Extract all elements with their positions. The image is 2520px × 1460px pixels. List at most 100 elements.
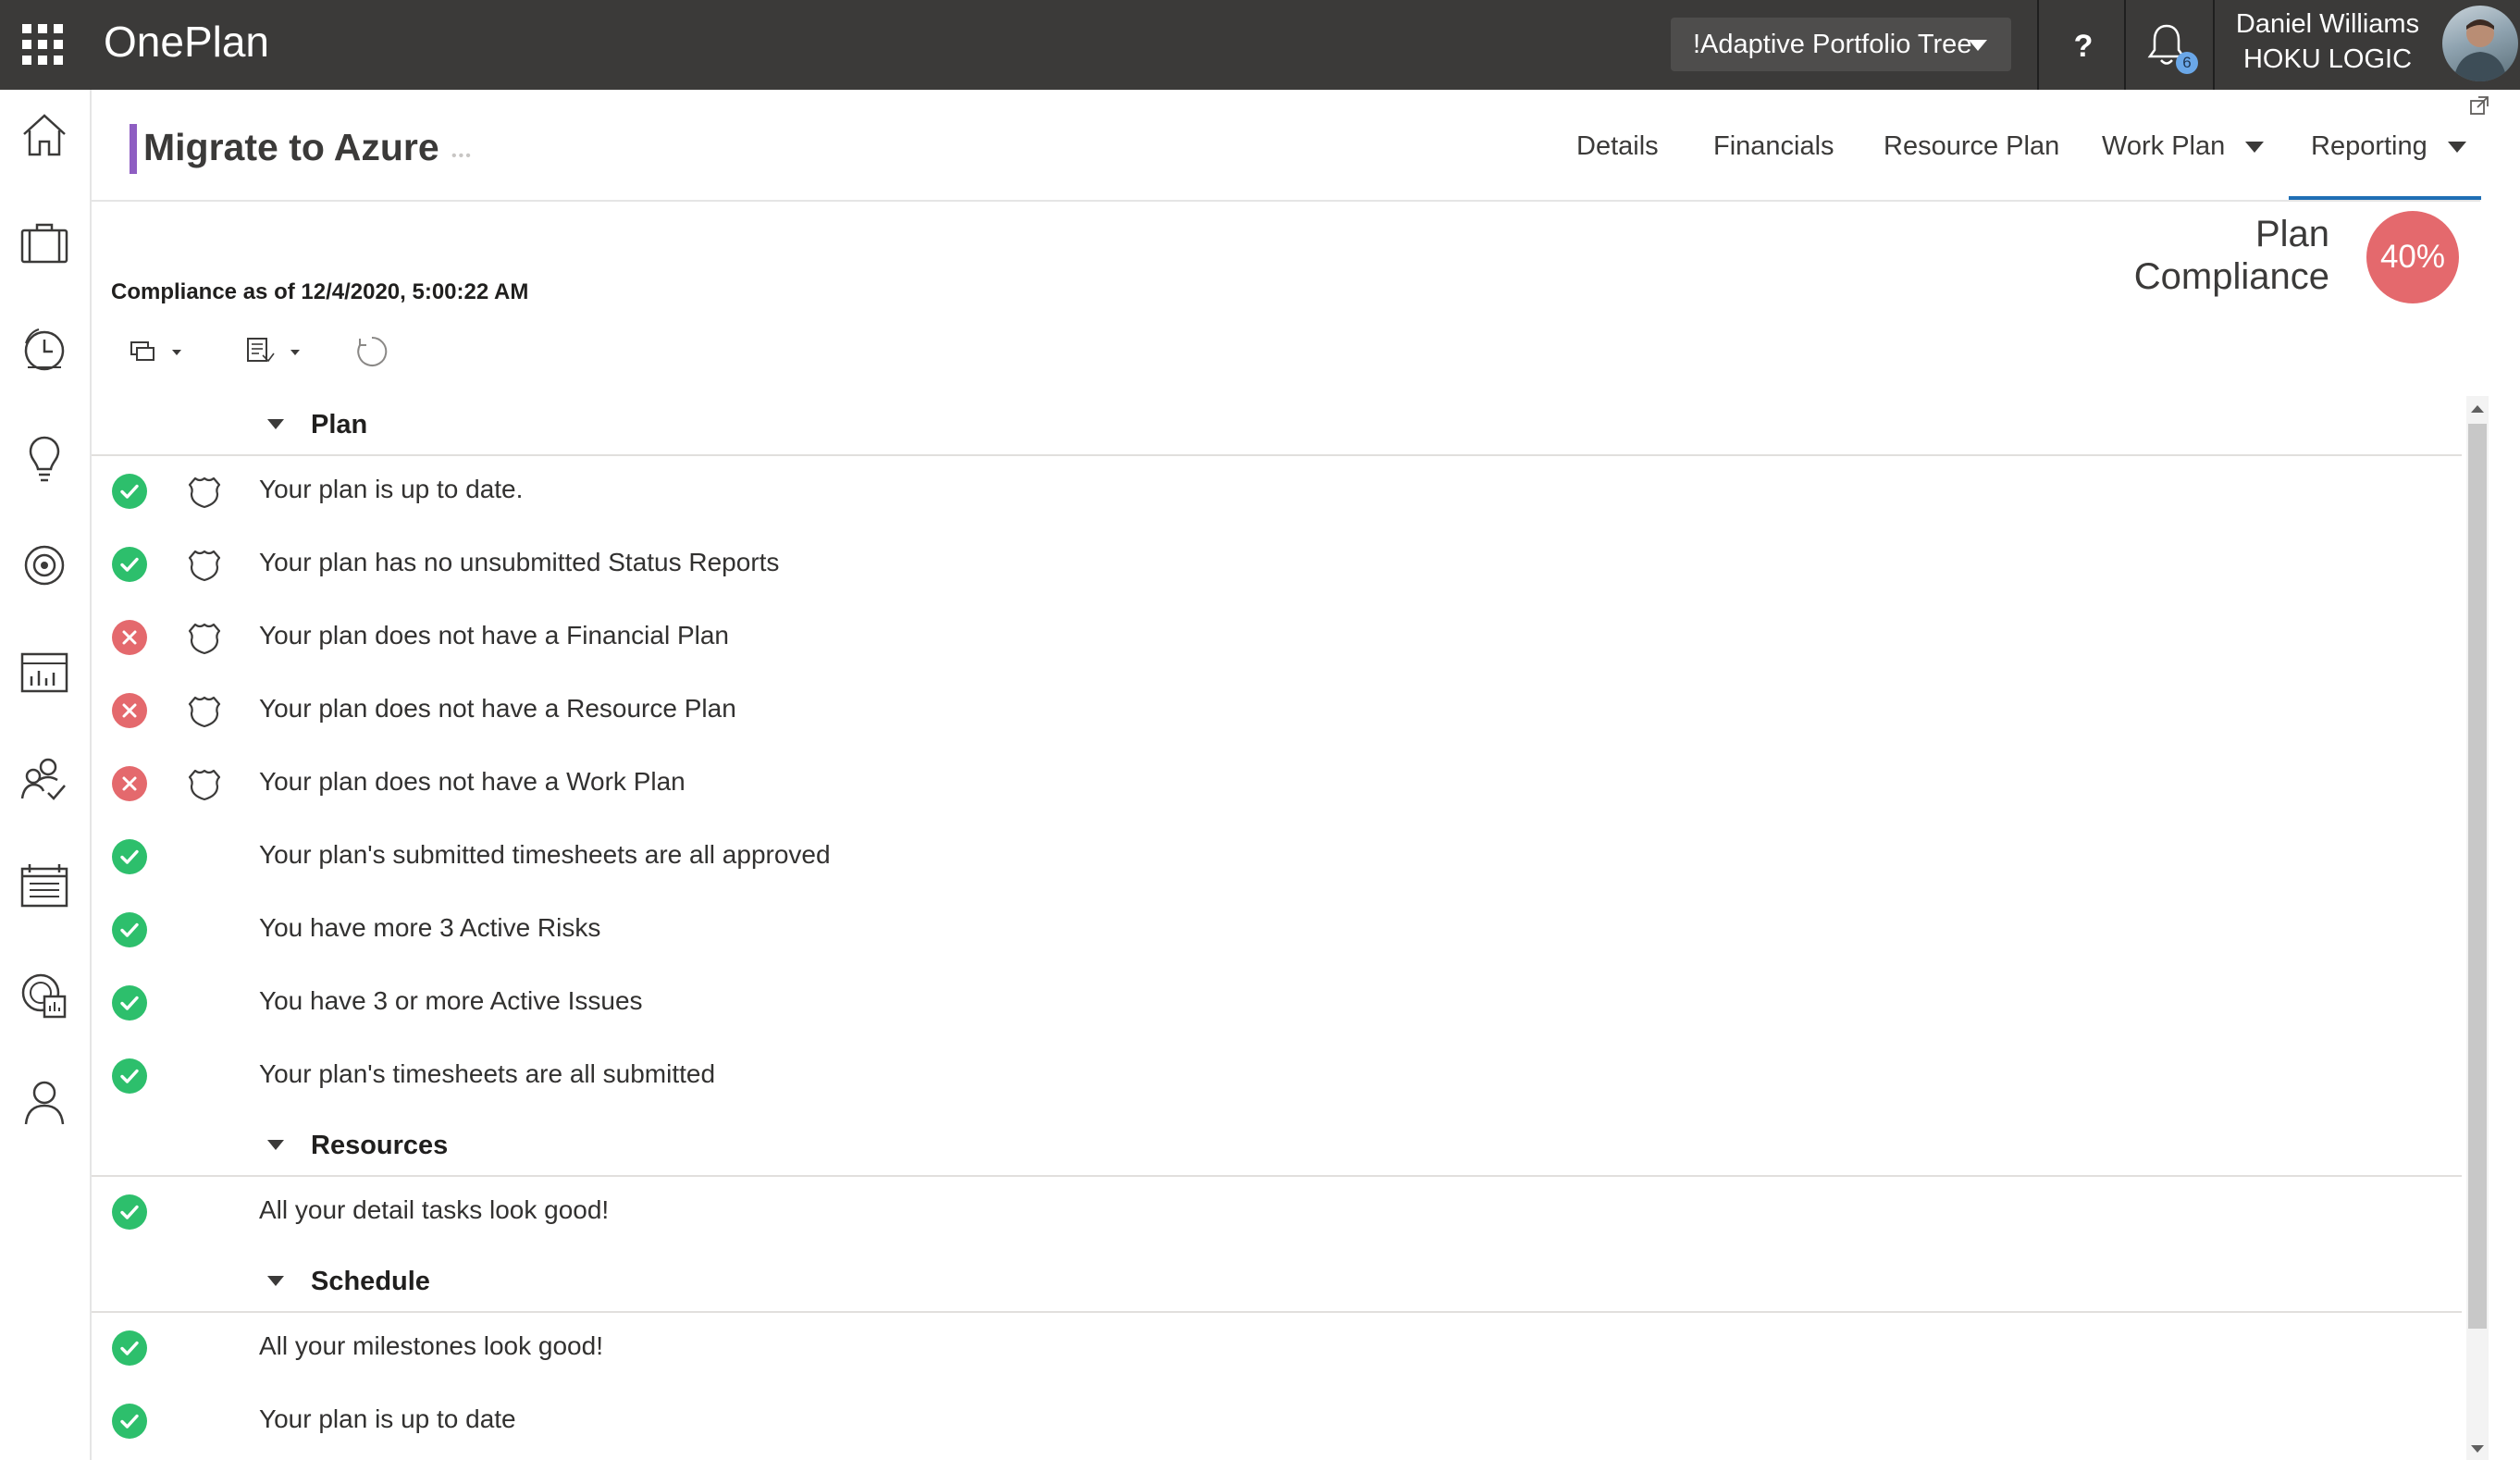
popout-icon [2470,96,2489,115]
check-circle-icon [111,1403,148,1440]
tab-work-plan-label: Work Plan [2102,131,2226,161]
check-circle-icon [111,546,148,583]
briefcase-icon [20,223,68,264]
check-circle-icon [111,984,148,1021]
rail-profile[interactable] [17,1074,72,1130]
portfolio-selector[interactable]: !Adaptive Portfolio Tree [1671,18,2011,71]
avatar-person-icon [2453,19,2507,81]
shield-icon[interactable] [186,692,223,729]
refresh-button[interactable] [353,333,390,370]
caret-down-icon [267,419,284,429]
portfolio-selector-label: !Adaptive Portfolio Tree [1693,29,1972,59]
rail-reports[interactable] [17,645,72,700]
layers-icon [130,341,181,361]
tab-work-plan[interactable]: Work Plan [2102,131,2265,162]
shield-icon[interactable] [186,765,223,802]
group-header-schedule[interactable]: Schedule [92,1250,2462,1313]
compliance-row-text: Your plan does not have a Financial Plan [259,621,729,650]
compliance-list: Plan Your plan is up to date. Your plan h… [92,393,2462,1459]
notification-badge: 6 [2176,52,2198,74]
people-check-icon [20,758,66,800]
expand-collapse-button[interactable] [128,333,194,370]
compliance-row-text: Your plan's submitted timesheets are all… [259,840,831,869]
compliance-row-text: Your plan's timesheets are all submitted [259,1059,716,1088]
group-header-plan[interactable]: Plan [92,393,2462,456]
title-more-button[interactable]: ••• [451,148,473,165]
home-icon [23,114,66,156]
scrollbar-thumb[interactable] [2468,424,2487,1329]
group-label: Schedule [311,1267,430,1296]
chevron-down-icon [2447,142,2466,154]
target-icon [24,545,65,586]
compliance-row: Your plan is up to date [92,1386,2462,1459]
popout-button[interactable] [2468,94,2490,117]
notifications-button[interactable]: 6 [2146,22,2198,74]
compliance-row-text: Your plan does not have a Resource Plan [259,694,736,723]
calendar-board-icon [20,864,68,908]
compliance-row-text: All your detail tasks look good! [259,1195,610,1224]
tab-financials[interactable]: Financials [1713,131,1834,162]
shield-icon[interactable] [186,619,223,656]
tab-reporting-label: Reporting [2311,131,2427,161]
tab-details[interactable]: Details [1576,131,1659,162]
help-button[interactable]: ? [2059,22,2107,70]
app-brand[interactable]: OnePlan [104,17,269,67]
lightbulb-icon [29,436,60,482]
plan-rows: Your plan is up to date. Your plan has no… [92,456,2462,1114]
compliance-row: Your plan has no unsubmitted Status Repo… [92,529,2462,602]
check-circle-icon [111,838,148,875]
caret-down-icon [267,1140,284,1150]
rail-ideas[interactable] [17,430,72,486]
export-button[interactable] [244,333,311,370]
shield-icon[interactable] [186,546,223,583]
avatar[interactable] [2442,6,2518,81]
page-title: Migrate to Azure [143,126,439,168]
tab-resource-plan[interactable]: Resource Plan [1884,131,2059,162]
compliance-row: Your plan is up to date. [92,456,2462,529]
rail-analytics[interactable] [17,967,72,1022]
schedule-rows: All your milestones look good! Your plan … [92,1313,2462,1459]
compliance-row-text: Your plan is up to date [259,1404,516,1433]
scroll-down-arrow-icon[interactable] [2471,1445,2484,1453]
caret-down-icon [267,1276,284,1286]
top-bar: OnePlan !Adaptive Portfolio Tree ? 6 Dan… [0,0,2520,90]
rail-resources[interactable] [17,752,72,808]
tab-reporting[interactable]: Reporting [2311,131,2466,162]
rail-timesheets[interactable] [17,323,72,378]
check-circle-icon [111,1194,148,1231]
compliance-as-of: Compliance as of 12/4/2020, 5:00:22 AM [111,279,529,304]
compliance-row: Your plan's submitted timesheets are all… [92,822,2462,895]
plan-compliance-line2: Compliance [2133,256,2329,297]
group-header-resources[interactable]: Resources [92,1114,2462,1177]
chevron-down-icon [2245,142,2265,154]
title-accent-bar [130,124,137,174]
error-circle-icon [111,692,148,729]
compliance-row-text: Your plan has no unsubmitted Status Repo… [259,548,780,576]
compliance-row-text: You have more 3 Active Risks [259,913,601,942]
resources-rows: All your detail tasks look good! [92,1177,2462,1250]
check-circle-icon [111,1058,148,1095]
compliance-row: Your plan does not have a Work Plan [92,749,2462,822]
compliance-row-text: Your plan is up to date. [259,475,524,503]
export-document-icon [247,338,300,363]
rail-calendar[interactable] [17,860,72,915]
rail-portfolio[interactable] [17,216,72,271]
check-circle-icon [111,911,148,948]
compliance-percentage-badge: 40% [2366,211,2459,303]
rail-home[interactable] [17,108,72,164]
timesheet-clock-icon [24,328,65,371]
compliance-row: You have more 3 Active Risks [92,895,2462,968]
header-divider [92,200,2480,202]
user-name[interactable]: Daniel Williams [2235,9,2420,40]
scroll-up-arrow-icon[interactable] [2471,405,2484,413]
user-org: HOKU LOGIC [2242,44,2413,74]
compliance-row: Your plan does not have a Resource Plan [92,675,2462,749]
compliance-row-text: All your milestones look good! [259,1331,603,1360]
error-circle-icon [111,765,148,802]
shield-icon[interactable] [186,473,223,510]
compliance-row: Your plan's timesheets are all submitted [92,1041,2462,1114]
compliance-row: All your detail tasks look good! [92,1177,2462,1250]
person-icon [24,1081,65,1125]
rail-goals[interactable] [17,538,72,593]
app-launcher-icon[interactable] [22,24,63,65]
